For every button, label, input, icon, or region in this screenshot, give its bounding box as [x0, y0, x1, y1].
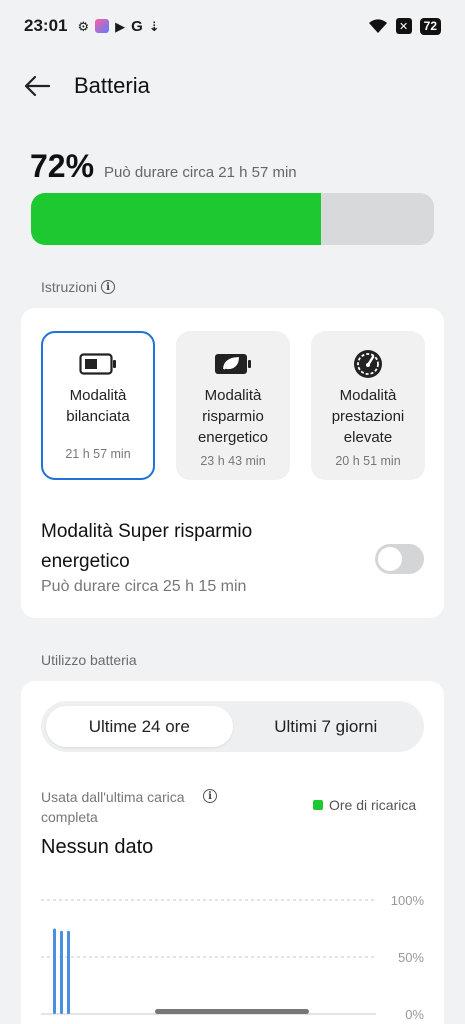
usage-section-label: Utilizzo batteria — [41, 652, 137, 668]
used-since-text: Usata dall'ultima carica completa — [41, 789, 185, 825]
wifi-icon — [368, 19, 387, 33]
mode-balanced-label-2: bilanciata — [66, 408, 130, 425]
instructions-label[interactable]: Istruzioni i — [41, 279, 116, 295]
super-saver-toggle[interactable] — [375, 544, 424, 574]
mode-saving-label-2: risparmio — [202, 408, 264, 425]
mode-performance-label-3: elevate — [343, 429, 393, 446]
app-icon — [95, 19, 110, 33]
back-button[interactable] — [20, 69, 54, 103]
charge-legend: Ore di ricarica — [313, 797, 416, 813]
battery-summary: 72% Può durare circa 21 h 57 min — [30, 148, 297, 185]
status-right: ✕ 72 — [368, 17, 441, 35]
home-indicator[interactable] — [155, 1009, 309, 1014]
modes-card: Modalità bilanciata 21 h 57 min Modalità… — [21, 308, 444, 618]
chart-bar — [53, 928, 56, 1014]
no-data-label: Nessun dato — [41, 836, 154, 858]
charge-legend-dot — [313, 800, 323, 810]
mode-saving-time: 23 h 43 min — [200, 454, 266, 468]
info-icon[interactable]: i — [203, 789, 217, 803]
mode-high-performance[interactable]: Modalità prestazioni elevate 20 h 51 min — [311, 331, 425, 480]
back-arrow-icon — [24, 75, 51, 97]
instructions-text: Istruzioni — [41, 279, 98, 295]
info-icon: i — [101, 280, 116, 294]
battery-percent: 72% — [30, 148, 95, 184]
mode-balanced[interactable]: Modalità bilanciata 21 h 57 min — [41, 331, 155, 480]
chart-y-tick-label: 50% — [398, 950, 424, 965]
google-icon: G — [131, 17, 143, 35]
mode-performance-label-2: prestazioni — [331, 408, 405, 425]
battery-icon — [79, 349, 117, 379]
battery-level-fill — [31, 193, 322, 245]
time-range-switch: Ultime 24 ore Ultimi 7 giorni — [41, 701, 424, 752]
mode-saving-label-1: Modalità — [204, 387, 262, 404]
header: Batteria — [0, 62, 465, 110]
vpn-icon: ⇣ — [148, 18, 160, 34]
gear-icon: ⚙ — [77, 18, 90, 34]
usage-card: Ultime 24 ore Ultimi 7 giorni Usata dall… — [21, 681, 444, 1024]
chart-bar — [67, 930, 70, 1014]
mode-performance-time: 20 h 51 min — [335, 454, 401, 468]
speedometer-icon — [352, 349, 384, 379]
x-icon: ✕ — [395, 18, 412, 34]
toggle-knob — [378, 547, 402, 571]
tab-last-7-days[interactable]: Ultimi 7 giorni — [233, 706, 420, 747]
battery-status-icon: 72 — [419, 17, 441, 35]
battery-level-bar — [31, 193, 434, 245]
status-bar: 23:01 ⚙ ▶ G ⇣ ✕ 72 — [0, 0, 465, 52]
mode-power-saving[interactable]: Modalità risparmio energetico 23 h 43 mi… — [176, 331, 290, 480]
super-saver-title: Modalità Super risparmio energetico — [41, 521, 253, 572]
status-time: 23:01 — [24, 16, 68, 35]
page-title: Batteria — [74, 73, 150, 98]
tab-last-24h[interactable]: Ultime 24 ore — [46, 706, 233, 747]
usage-chart: 100% 50% 0% — [41, 893, 425, 1022]
chart-y-tick-label: 100% — [391, 893, 425, 908]
chart-bar — [60, 930, 63, 1014]
mode-balanced-time: 21 h 57 min — [65, 447, 131, 461]
mode-list: Modalità bilanciata 21 h 57 min Modalità… — [41, 331, 425, 480]
chart-y-tick-label: 0% — [405, 1007, 424, 1022]
super-saver-subtitle: Può durare circa 25 h 15 min — [41, 578, 247, 595]
charge-legend-label: Ore di ricarica — [329, 797, 417, 813]
mode-saving-label-3: energetico — [197, 429, 269, 446]
leaf-battery-icon — [214, 349, 252, 379]
status-left-icons: ⚙ ▶ G ⇣ — [77, 19, 159, 34]
play-icon: ▶ — [115, 18, 126, 34]
battery-estimate: Può durare circa 21 h 57 min — [104, 164, 297, 181]
mode-balanced-label-1: Modalità — [69, 387, 127, 404]
mode-performance-label-1: Modalità — [339, 387, 397, 404]
